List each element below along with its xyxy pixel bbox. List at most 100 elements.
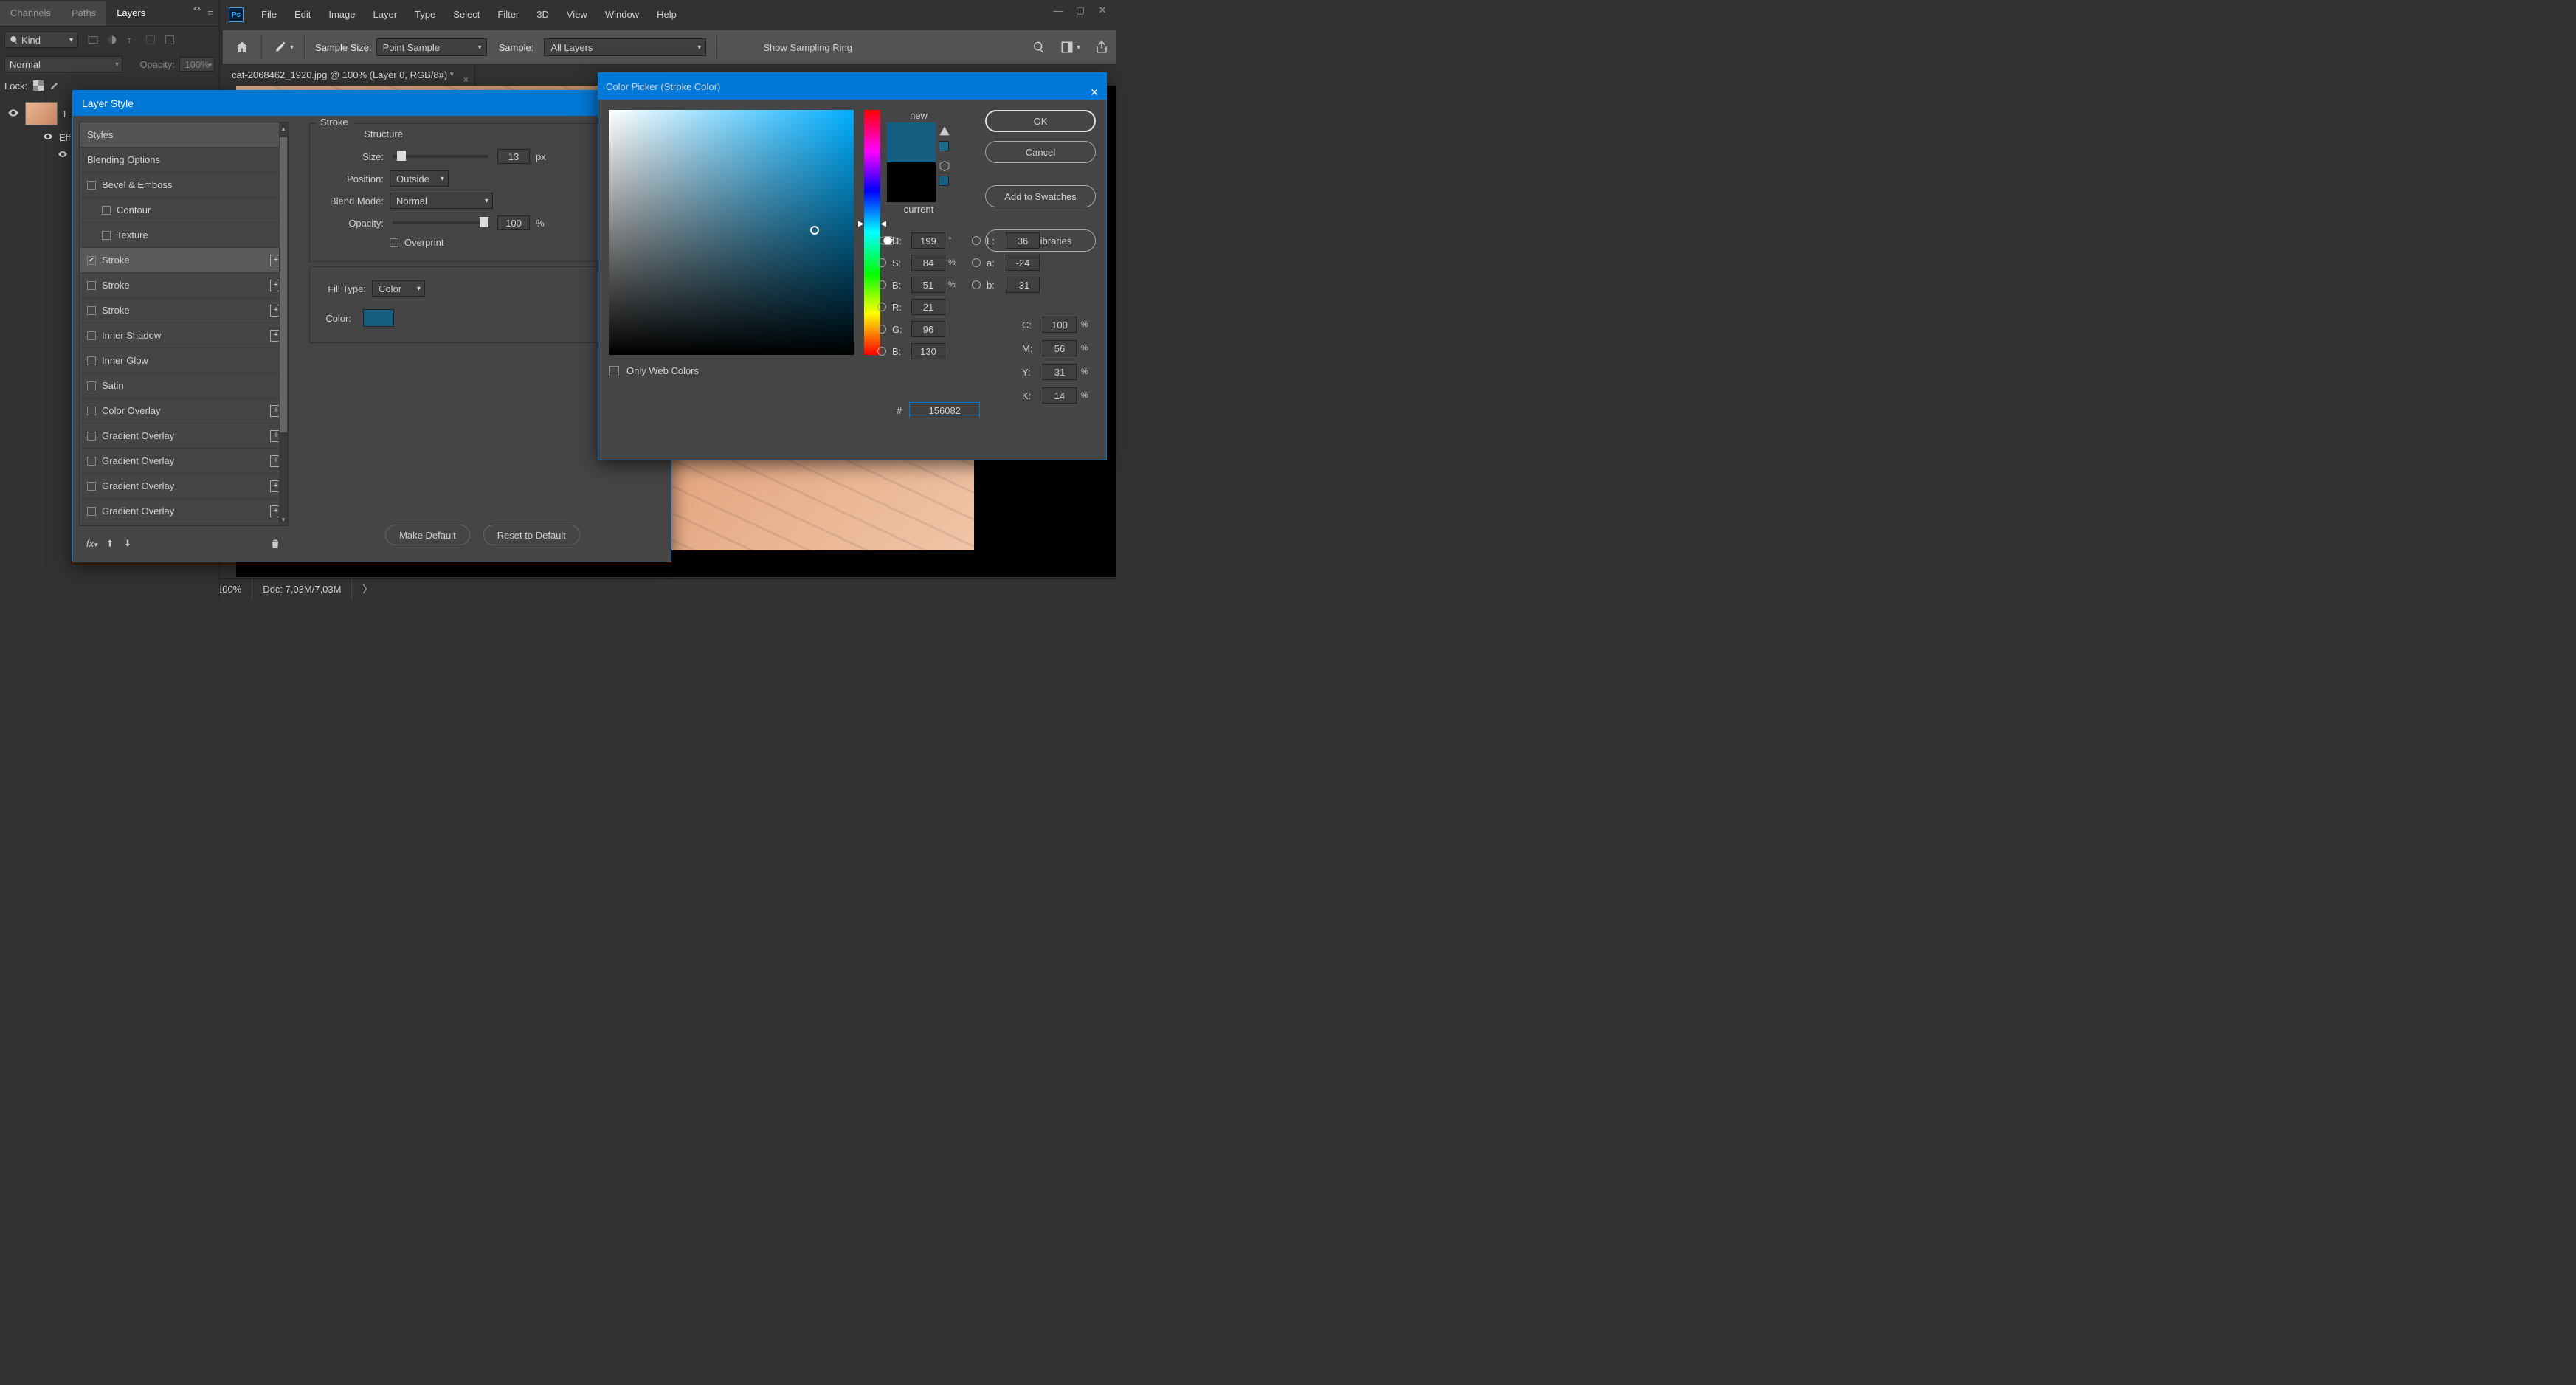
eyedropper-tool[interactable]: ▾ (272, 40, 294, 55)
l-radio[interactable] (972, 236, 981, 245)
scroll-down-icon[interactable]: ▾ (279, 514, 288, 525)
show-sampling-ring-checkbox[interactable]: Show Sampling Ring (748, 42, 852, 53)
checkbox-icon[interactable] (87, 457, 96, 466)
scroll-thumb[interactable] (280, 137, 287, 432)
home-icon[interactable] (235, 40, 251, 55)
lab-b-input[interactable]: -31 (1006, 277, 1040, 293)
warning-icon[interactable] (939, 125, 950, 151)
styles-header[interactable]: Styles (80, 122, 288, 148)
opacity-input[interactable]: 100 (497, 215, 530, 230)
menu-layer[interactable]: Layer (365, 0, 407, 30)
stroke-color-swatch[interactable] (363, 309, 394, 327)
k-input[interactable]: 14 (1043, 387, 1077, 404)
layer-name[interactable]: L (63, 108, 69, 120)
workspace-icon[interactable] (1060, 41, 1074, 54)
s-input[interactable]: 84 (911, 255, 945, 271)
lock-transparency-icon[interactable] (33, 80, 44, 91)
filter-kind-dropdown[interactable]: Kind ▾ (4, 32, 78, 48)
menu-help[interactable]: Help (648, 0, 686, 30)
slider-knob[interactable] (397, 151, 406, 161)
opacity-slider[interactable] (393, 221, 488, 224)
workspace-caret-icon[interactable]: ▾ (1077, 44, 1080, 52)
new-color-swatch[interactable] (887, 122, 936, 162)
checkbox-icon[interactable] (87, 331, 96, 340)
blending-options-item[interactable]: Blending Options (80, 148, 288, 173)
checkbox-icon[interactable] (87, 281, 96, 290)
maximize-button[interactable]: ▢ (1070, 3, 1091, 18)
sv-cursor[interactable] (810, 226, 819, 235)
tab-channels[interactable]: Channels (0, 1, 61, 26)
b-input[interactable]: 51 (911, 277, 945, 293)
size-input[interactable]: 13 (497, 149, 530, 164)
menu-filter[interactable]: Filter (488, 0, 528, 30)
menu-3d[interactable]: 3D (528, 0, 558, 30)
layer-thumbnail[interactable] (25, 102, 58, 125)
checkbox-icon[interactable] (102, 206, 111, 215)
checkbox-icon[interactable] (87, 432, 96, 441)
close-tab-icon[interactable]: × (463, 69, 469, 90)
tab-layers[interactable]: Layers (106, 1, 156, 26)
color-picker-title[interactable]: Color Picker (Stroke Color) ✕ (598, 73, 1106, 100)
scroll-up-icon[interactable]: ▴ (279, 122, 288, 134)
style-item-satin[interactable]: Satin (80, 373, 288, 398)
ok-button[interactable]: OK (985, 110, 1096, 132)
y-input[interactable]: 31 (1043, 364, 1077, 380)
hex-input[interactable]: 156082 (909, 402, 980, 418)
sidebar-scrollbar[interactable]: ▴ ▾ (279, 122, 288, 525)
l-input[interactable]: 36 (1006, 232, 1040, 249)
web-colors-checkbox[interactable]: Only Web Colors (609, 365, 699, 376)
blend-mode-dropdown[interactable]: Normal (4, 56, 122, 72)
position-dropdown[interactable]: Outside (390, 170, 449, 187)
dialog-title[interactable]: Layer Style (73, 91, 671, 116)
add-swatches-button[interactable]: Add to Swatches (985, 185, 1096, 207)
tab-paths[interactable]: Paths (61, 1, 106, 26)
rgb-b-radio[interactable] (877, 347, 886, 356)
style-item-gradient-overlay[interactable]: Gradient Overlay+ (80, 449, 288, 474)
cancel-button[interactable]: Cancel (985, 141, 1096, 163)
websafe-swatch[interactable] (939, 176, 949, 186)
style-item-contour[interactable]: Contour (80, 198, 288, 223)
reset-default-button[interactable]: Reset to Default (483, 525, 580, 545)
cube-icon[interactable] (939, 160, 950, 186)
panel-menu-icon[interactable]: ≡ (207, 7, 213, 18)
r-radio[interactable] (877, 303, 886, 311)
minimize-button[interactable]: — (1048, 3, 1068, 18)
h-radio[interactable] (877, 236, 898, 245)
doc-info[interactable]: Doc: 7,03M/7,03M (252, 579, 352, 600)
visibility-icon[interactable] (7, 107, 19, 121)
checkbox-icon[interactable] (87, 507, 96, 516)
fx-icon[interactable]: fx▾ (86, 538, 97, 549)
visibility-icon[interactable] (43, 131, 53, 144)
tool-caret-icon[interactable]: ▾ (290, 44, 294, 52)
search-icon[interactable] (1032, 41, 1046, 54)
menu-window[interactable]: Window (596, 0, 648, 30)
menu-image[interactable]: Image (320, 0, 364, 30)
checkbox-icon[interactable] (87, 306, 96, 315)
current-color-swatch[interactable] (887, 162, 936, 202)
style-item-gradient-overlay[interactable]: Gradient Overlay+ (80, 499, 288, 524)
menu-file[interactable]: File (252, 0, 286, 30)
m-input[interactable]: 56 (1043, 340, 1077, 356)
size-slider[interactable] (393, 155, 488, 158)
sample-dropdown[interactable]: All Layers (544, 38, 706, 56)
filter-shape-icon[interactable] (145, 34, 156, 46)
document-tab[interactable]: cat-2068462_1920.jpg @ 100% (Layer 0, RG… (223, 65, 475, 86)
menu-edit[interactable]: Edit (286, 0, 320, 30)
filter-type-icon[interactable]: T (125, 34, 137, 46)
fill-type-dropdown[interactable]: Color (372, 280, 425, 297)
menu-view[interactable]: View (558, 0, 596, 30)
style-item-stroke[interactable]: Stroke+ (80, 248, 288, 273)
style-item-bevel-emboss[interactable]: Bevel & Emboss (80, 173, 288, 198)
s-radio[interactable] (877, 258, 886, 267)
menu-type[interactable]: Type (406, 0, 444, 30)
style-item-texture[interactable]: Texture (80, 223, 288, 248)
opacity-value[interactable]: 100% (179, 57, 215, 72)
style-item-inner-shadow[interactable]: Inner Shadow+ (80, 323, 288, 348)
overprint-checkbox[interactable]: Overprint (322, 237, 643, 248)
visibility-icon[interactable] (58, 149, 68, 162)
slider-knob[interactable] (480, 217, 488, 227)
checkbox-icon[interactable] (87, 381, 96, 390)
style-item-inner-glow[interactable]: Inner Glow (80, 348, 288, 373)
saturation-value-field[interactable] (609, 110, 854, 355)
rgb-b-input[interactable]: 130 (911, 343, 945, 359)
